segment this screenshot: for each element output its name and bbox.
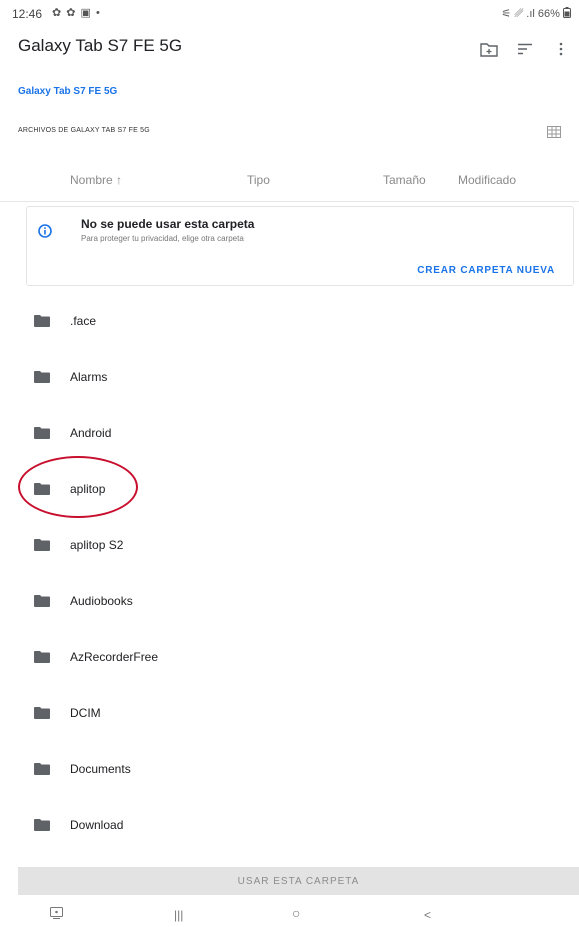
column-name[interactable]: Nombre ↑ — [70, 173, 122, 187]
folder-icon — [34, 595, 50, 607]
folder-row[interactable]: Audiobooks — [0, 573, 579, 629]
screenshot-icon[interactable] — [50, 907, 63, 922]
folder-icon — [34, 763, 50, 775]
grid-view-button[interactable] — [547, 125, 561, 138]
info-icon — [38, 224, 52, 238]
folder-row[interactable]: Android — [0, 405, 579, 461]
column-size[interactable]: Tamaño — [383, 173, 426, 187]
new-folder-icon — [480, 42, 498, 57]
notification-icons: ✿ ✿ ▣ • — [52, 7, 101, 19]
header-divider — [0, 201, 579, 202]
folder-icon — [34, 427, 50, 439]
folder-icon — [34, 539, 50, 551]
more-vert-icon — [559, 42, 563, 56]
highlight-circle — [18, 456, 138, 518]
folder-name: Documents — [70, 762, 131, 776]
folder-name: Android — [70, 426, 112, 440]
folder-row[interactable]: .face — [0, 293, 579, 349]
folder-row[interactable]: Documents — [0, 741, 579, 797]
folder-name: AzRecorderFree — [70, 650, 159, 664]
column-type[interactable]: Tipo — [247, 173, 270, 187]
folder-icon — [34, 371, 50, 383]
home-button[interactable]: ○ — [292, 905, 300, 921]
status-right: ⚟ ␥ .ıl 66% — [502, 7, 571, 21]
folder-name: Download — [70, 818, 124, 832]
folder-row[interactable]: aplitop S2 — [0, 517, 579, 573]
navigation-bar: ||| ○ < — [0, 900, 579, 927]
folder-name: Alarms — [70, 370, 108, 384]
back-button[interactable]: < — [424, 908, 431, 922]
folder-icon — [34, 651, 50, 663]
battery-icon — [563, 7, 571, 18]
warning-subtitle: Para proteger tu privacidad, elige otra … — [81, 234, 244, 243]
folder-icon — [34, 315, 50, 327]
status-time: 12:46 — [12, 7, 43, 21]
folder-name: Audiobooks — [70, 594, 133, 608]
folder-row[interactable]: AzRecorderFree — [0, 629, 579, 685]
folder-row[interactable]: Download — [0, 797, 579, 853]
folder-name: aplitop S2 — [70, 538, 124, 552]
section-label: ARCHIVOS DE GALAXY TAB S7 FE 5G — [18, 127, 150, 134]
warning-title: No se puede usar esta carpeta — [81, 217, 255, 231]
folder-list: .face Alarms Android aplitop aplitop S2 Audio… — [0, 293, 579, 853]
warning-card: No se puede usar esta carpeta Para prote… — [26, 206, 574, 286]
folder-icon — [34, 707, 50, 719]
folder-name: DCIM — [70, 706, 101, 720]
app-title: Galaxy Tab S7 FE 5G — [18, 36, 183, 55]
folder-name: .face — [70, 314, 97, 328]
sort-button[interactable] — [514, 38, 536, 60]
sort-icon — [518, 43, 532, 55]
breadcrumb[interactable]: Galaxy Tab S7 FE 5G — [18, 86, 117, 97]
use-folder-button[interactable]: USAR ESTA CARPETA — [18, 867, 579, 895]
more-options-button[interactable] — [550, 38, 572, 60]
recents-button[interactable]: ||| — [174, 908, 183, 922]
grid-view-icon — [547, 126, 561, 138]
new-folder-button[interactable] — [478, 38, 500, 60]
create-folder-button[interactable]: CREAR CARPETA NUEVA — [417, 265, 555, 276]
folder-row[interactable]: DCIM — [0, 685, 579, 741]
folder-icon — [34, 819, 50, 831]
status-right-text: ⚟ ␥ .ıl 66% — [501, 8, 560, 20]
column-modified[interactable]: Modificado — [458, 173, 516, 187]
status-bar: 12:46 ✿ ✿ ▣ • ⚟ ␥ .ıl 66% — [0, 0, 579, 28]
folder-row[interactable]: Alarms — [0, 349, 579, 405]
